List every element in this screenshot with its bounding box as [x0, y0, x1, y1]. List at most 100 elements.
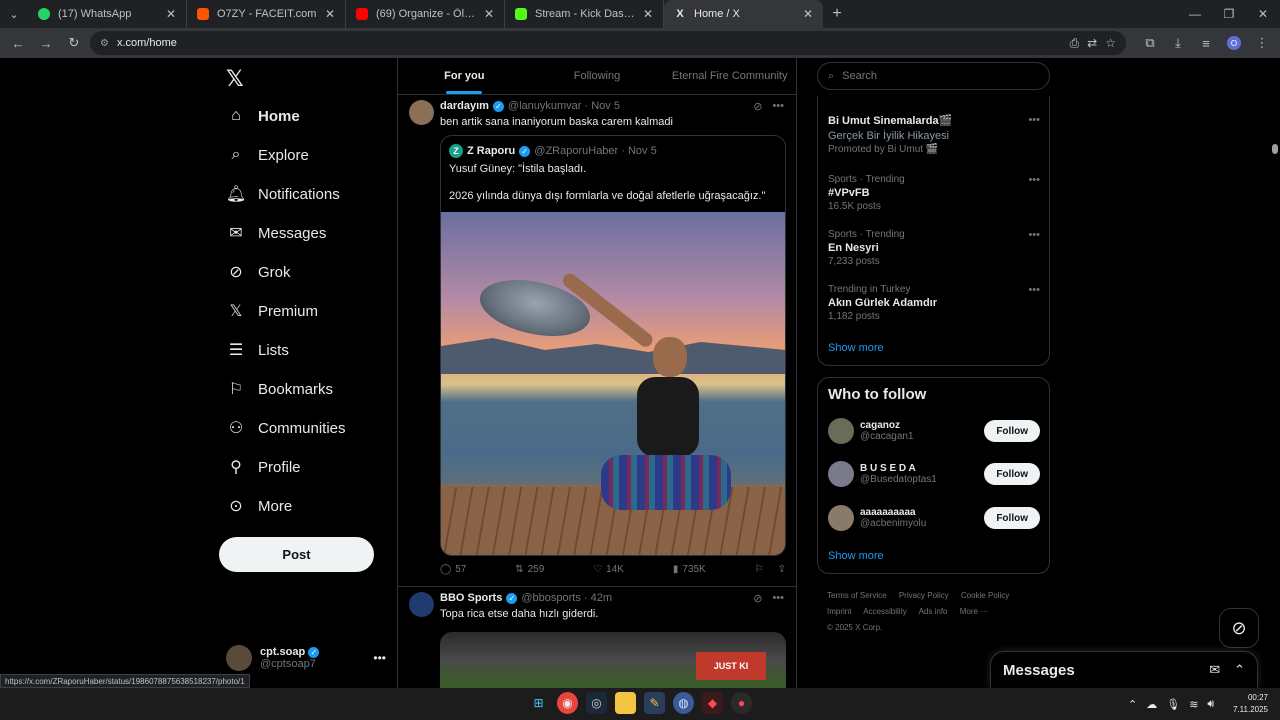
notepad-icon[interactable]: ✎: [644, 692, 665, 714]
valorant-icon[interactable]: ◆: [702, 692, 723, 714]
more-dots-icon[interactable]: •••: [772, 592, 784, 605]
quoted-tweet[interactable]: Z Z Raporu ✓ @ZRaporuHaber · Nov 5 Yusuf…: [440, 135, 786, 556]
messages-drawer[interactable]: Messages ✉ ⌃: [990, 651, 1258, 688]
more-dots-icon[interactable]: •••: [1028, 284, 1040, 296]
bookmark-icon[interactable]: ⚐: [755, 564, 764, 575]
trend-item[interactable]: Bi Umut Sinemalarda🎬 Gerçek Bir İyilik H…: [828, 114, 1040, 155]
avatar[interactable]: [409, 592, 434, 617]
follow-suggestion[interactable]: caganoz @cacagan1 Follow: [828, 416, 1040, 446]
site-info-icon[interactable]: ⚙: [100, 38, 109, 49]
more-dots-icon[interactable]: •••: [373, 651, 386, 665]
footer-more[interactable]: More ···: [960, 607, 988, 616]
wifi-icon[interactable]: ≋: [1189, 698, 1198, 711]
close-icon[interactable]: ✕: [803, 7, 813, 21]
menu-icon[interactable]: ⋮: [1250, 31, 1274, 55]
chevron-up-icon[interactable]: ⌃: [1234, 662, 1245, 678]
close-icon[interactable]: ✕: [166, 7, 176, 21]
minimize-icon[interactable]: —: [1178, 7, 1212, 21]
more-dots-icon[interactable]: •••: [1028, 174, 1040, 186]
more-dots-icon[interactable]: •••: [1028, 229, 1040, 241]
tweet[interactable]: BBO Sports ✓ @bbosports · 42m ⊘ ••• Topa…: [398, 588, 796, 688]
tab-following[interactable]: Following: [531, 58, 664, 94]
new-message-icon[interactable]: ✉: [1209, 662, 1220, 678]
tab-youtube[interactable]: (69) Organize - Ölmedim Ben ( ✕: [346, 0, 505, 28]
profile-avatar-button[interactable]: O: [1222, 31, 1246, 55]
repost-button[interactable]: ⇅ 259: [515, 564, 544, 575]
restore-icon[interactable]: ❐: [1212, 7, 1246, 21]
bookmark-star-icon[interactable]: ☆: [1105, 36, 1116, 51]
taskbar-clock[interactable]: 00:27 7.11.2025: [1228, 692, 1268, 716]
windows-start-icon[interactable]: ⊞: [528, 692, 549, 714]
download-icon[interactable]: ⤓: [1166, 31, 1190, 55]
tab-whatsapp[interactable]: (17) WhatsApp ✕: [28, 0, 187, 28]
install-app-icon[interactable]: ⎙: [1070, 36, 1080, 51]
nav-lists[interactable]: ☰ Lists: [226, 340, 289, 360]
footer-accessibility[interactable]: Accessibility: [863, 607, 907, 616]
tab-for-you[interactable]: For you: [398, 58, 531, 94]
nav-explore[interactable]: ⌕ Explore: [226, 145, 309, 165]
nav-more[interactable]: ⊙ More: [226, 496, 292, 516]
chevron-up-icon[interactable]: ⌃: [1128, 698, 1137, 711]
footer-terms[interactable]: Terms of Service: [827, 591, 887, 600]
media-icon[interactable]: ≡: [1194, 31, 1218, 55]
close-icon[interactable]: ✕: [643, 7, 653, 21]
tweet-photo[interactable]: [441, 212, 785, 555]
tweet-meta[interactable]: @lanuykumvar · Nov 5: [508, 100, 620, 112]
microphone-icon[interactable]: 🎙︎: [1166, 698, 1180, 711]
url-field[interactable]: ⚙ x.com/home ⎙ ⇄ ☆: [90, 31, 1126, 55]
extensions-icon[interactable]: ⧉: [1138, 31, 1162, 55]
tab-x-home[interactable]: X Home / X ✕: [664, 0, 823, 28]
new-tab-button[interactable]: +: [823, 5, 851, 23]
tab-faceit[interactable]: O7ZY - FACEIT.com ✕: [187, 0, 346, 28]
trend-item[interactable]: Sports · Trending #VPvFB 16.5K posts •••: [828, 174, 1040, 212]
volume-icon[interactable]: 🔊︎: [1207, 698, 1214, 711]
nav-bookmarks[interactable]: ⚐ Bookmarks: [226, 379, 333, 399]
follow-suggestion[interactable]: B U S E D A @Busedatoptas1 Follow: [828, 459, 1040, 489]
grok-icon[interactable]: ⊘: [753, 592, 762, 605]
post-button[interactable]: Post: [219, 537, 374, 572]
close-icon[interactable]: ✕: [484, 7, 494, 21]
steam-icon[interactable]: ◎: [586, 692, 607, 714]
account-switcher[interactable]: cpt.soap ✓ @cptsoap7 •••: [226, 643, 386, 673]
forward-icon[interactable]: →: [34, 31, 58, 55]
x-logo-icon[interactable]: 𝕏: [226, 66, 246, 91]
tweet-meta[interactable]: @bbosports · 42m: [521, 592, 612, 604]
scrollbar[interactable]: [1270, 58, 1280, 688]
close-icon[interactable]: ✕: [325, 7, 335, 21]
chrome-icon[interactable]: ◉: [557, 692, 578, 714]
reload-icon[interactable]: ↻: [62, 31, 86, 55]
tab-kick[interactable]: Stream - Kick Dashboard ✕: [505, 0, 664, 28]
search-input[interactable]: ⌕ Search: [817, 62, 1050, 90]
show-more-follow[interactable]: Show more: [828, 550, 884, 562]
nav-communities[interactable]: ⚇ Communities: [226, 418, 346, 438]
footer-privacy[interactable]: Privacy Policy: [899, 591, 949, 600]
show-more-trends[interactable]: Show more: [828, 342, 884, 354]
close-window-icon[interactable]: ✕: [1246, 7, 1280, 21]
tweet-video[interactable]: JUST KI: [440, 632, 786, 688]
tweet[interactable]: dardayım ✓ @lanuykumvar · Nov 5 ⊘ ••• be…: [398, 96, 796, 587]
tweet-author[interactable]: BBO Sports: [440, 592, 502, 604]
nav-grok[interactable]: ⊘ Grok: [226, 262, 290, 282]
share-icon[interactable]: ⇪: [778, 564, 786, 575]
discord-like-icon[interactable]: ●: [731, 692, 752, 714]
grok-fab-button[interactable]: ⊘: [1219, 608, 1259, 648]
reply-button[interactable]: ◯ 57: [440, 564, 466, 575]
follow-suggestion[interactable]: aaaaaaaaaa @acbenimyolu Follow: [828, 503, 1040, 533]
translate-icon[interactable]: ⇄: [1087, 36, 1097, 51]
views-button[interactable]: ▮ 735K: [673, 564, 706, 575]
scrollbar-thumb[interactable]: [1272, 144, 1278, 154]
footer-cookie[interactable]: Cookie Policy: [961, 591, 1009, 600]
nav-home[interactable]: ⌂ Home: [226, 106, 300, 126]
cloud-icon[interactable]: ☁: [1146, 698, 1157, 711]
back-icon[interactable]: ←: [6, 31, 30, 55]
nav-notifications[interactable]: 🔔︎ Notifications: [226, 184, 340, 204]
footer-imprint[interactable]: Imprint: [827, 607, 851, 616]
follow-button[interactable]: Follow: [984, 420, 1040, 442]
trend-item[interactable]: Sports · Trending En Nesyri 7,233 posts …: [828, 229, 1040, 267]
follow-button[interactable]: Follow: [984, 507, 1040, 529]
tweet-author[interactable]: dardayım: [440, 100, 489, 112]
avatar[interactable]: [409, 100, 434, 125]
tab-community[interactable]: Eternal Fire Community: [663, 58, 796, 94]
globe-icon[interactable]: ◍: [673, 692, 694, 714]
more-dots-icon[interactable]: •••: [1028, 114, 1040, 126]
